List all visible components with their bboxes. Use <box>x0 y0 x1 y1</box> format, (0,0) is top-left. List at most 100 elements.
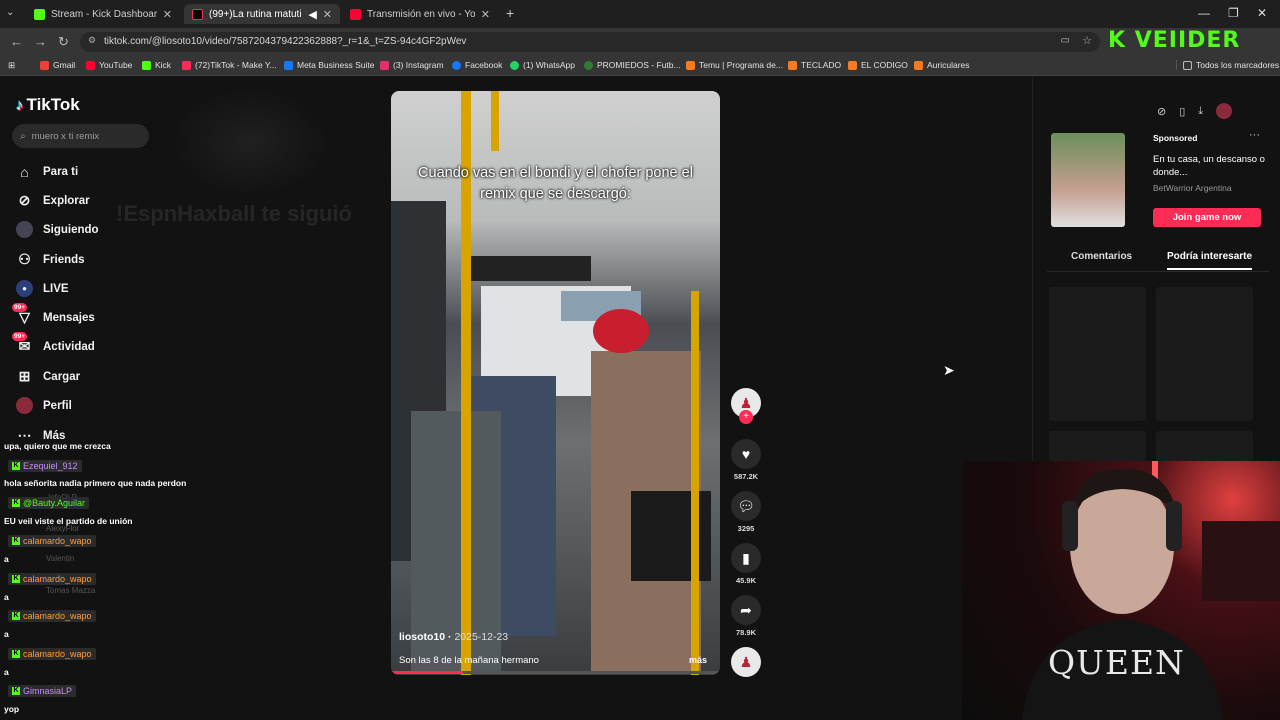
nav-live[interactable]: ● LIVE <box>16 280 69 297</box>
share-button[interactable]: ➦ 78.9K <box>730 595 762 637</box>
kick-icon <box>34 8 45 20</box>
like-count: 587.2K <box>733 472 759 481</box>
follow-plus-icon[interactable]: + <box>739 410 753 424</box>
whatsapp-icon <box>510 60 519 70</box>
download-icon[interactable]: ⤓ <box>1198 105 1203 119</box>
video-progress-track[interactable] <box>391 671 720 674</box>
nav-actividad[interactable]: ✉ 99+ Actividad <box>12 332 95 355</box>
tiktok-logo[interactable]: ♪ TikTok <box>16 95 80 115</box>
join-game-button[interactable]: Join game now <box>1153 208 1261 227</box>
more-options-icon[interactable]: ··· <box>1249 129 1260 141</box>
save-button[interactable]: ▮ 45.9K <box>730 543 762 585</box>
search-input[interactable]: ⌕ muero x ti remix <box>12 124 149 148</box>
like-button[interactable]: ♥ 587.2K <box>730 439 762 481</box>
bookmark-icon: ▮ <box>731 543 761 573</box>
ad-text: En tu casa, un descanso o donde... <box>1153 154 1265 178</box>
messages-badge: 99+ <box>12 303 28 312</box>
new-tab-button[interactable]: + <box>506 5 514 21</box>
nav-cargar[interactable]: ⊞ Cargar <box>16 368 80 385</box>
folder-icon <box>914 60 923 70</box>
avatar[interactable] <box>1216 103 1233 119</box>
minimize-button[interactable]: — <box>1198 6 1210 20</box>
all-bookmarks[interactable]: Todos los marcadores <box>1176 60 1279 70</box>
bookmark-el-codigo[interactable]: EL CODIGO <box>848 60 908 70</box>
tab-bar: ⌄ Stream - Kick Dashboard ✕ (99+)La ruti… <box>0 0 1280 28</box>
mobile-icon[interactable]: ▯ <box>1179 105 1185 119</box>
window-close-button[interactable]: ✕ <box>1257 6 1267 20</box>
chat-message: a <box>4 629 9 639</box>
kick-overlay-logo: K VEIIDER <box>1108 28 1241 53</box>
chat-message: a <box>4 667 9 677</box>
bookmark-meta[interactable]: Meta Business Suite <box>284 60 374 70</box>
reload-button[interactable]: ↻ <box>58 34 69 50</box>
skeleton-card <box>1156 431 1253 461</box>
tab-kick-dashboard[interactable]: Stream - Kick Dashboard ✕ <box>26 4 180 24</box>
ghost-avatar <box>170 87 330 197</box>
youtube-icon <box>350 8 361 20</box>
nav-mensajes[interactable]: ▽ 99+ Mensajes <box>12 303 95 326</box>
skeleton-card <box>1156 287 1253 421</box>
kick-badge-icon: K <box>12 650 20 658</box>
gmail-icon <box>40 60 49 70</box>
nav-perfil[interactable]: Perfil <box>16 397 72 414</box>
share-icon: ➦ <box>731 595 761 625</box>
tab-comentarios[interactable]: Comentarios <box>1071 251 1132 262</box>
close-icon[interactable]: ✕ <box>481 8 490 21</box>
apps-icon[interactable]: ⊞ <box>8 60 15 71</box>
nav-para-ti[interactable]: ⌂ Para ti <box>16 163 78 180</box>
folder-icon <box>788 60 797 70</box>
close-icon[interactable]: ✕ <box>323 8 332 21</box>
bookmark-whatsapp[interactable]: (1) WhatsApp <box>510 60 575 70</box>
tab-search-icon[interactable]: ⌄ <box>6 7 14 18</box>
bookmark-gmail[interactable]: Gmail <box>40 60 75 70</box>
bookmark-instagram[interactable]: (3) Instagram <box>380 60 444 70</box>
close-icon[interactable]: ✕ <box>163 8 172 21</box>
save-count: 45.9K <box>735 576 756 585</box>
bookmark-tiktok[interactable]: (72)TikTok - Make Y... <box>182 60 277 70</box>
ad-thumbnail[interactable] <box>1051 133 1125 227</box>
nav-explorar[interactable]: ⊘ Explorar <box>16 192 90 209</box>
mute-icon[interactable]: ◀ <box>308 8 316 21</box>
kick-badge-icon: K <box>12 499 20 507</box>
bookmark-teclado[interactable]: TECLADO <box>788 60 841 70</box>
bookmark-star-icon[interactable]: ☆ <box>1082 34 1092 47</box>
bookmark-promiedos[interactable]: PROMIEDOS - Futb... <box>584 60 681 70</box>
forward-button[interactable]: → <box>34 34 47 49</box>
cast-icon[interactable]: ▭ <box>1061 35 1070 46</box>
music-disc-button[interactable]: ♟ <box>730 647 762 677</box>
video-author[interactable]: liosoto10 · 2025-12-23 <box>399 631 508 643</box>
instagram-icon <box>380 60 389 70</box>
bookmark-kick[interactable]: Kick <box>142 60 171 70</box>
nav-friends[interactable]: ⚇ Friends <box>16 251 84 268</box>
video-player[interactable]: Cuando vas en el bondi y el chofer pone … <box>391 91 720 675</box>
kick-badge-icon: K <box>12 537 20 545</box>
ghost-user: Tomas Mazza <box>46 586 96 595</box>
maximize-button[interactable]: ❐ <box>1228 6 1239 20</box>
back-button[interactable]: ← <box>10 34 23 49</box>
bookmark-temu[interactable]: Temu | Programa de... <box>686 60 783 70</box>
sponsored-label: Sponsored <box>1153 133 1198 143</box>
author-avatar-button[interactable]: ♟ + <box>730 388 762 424</box>
site-info-icon[interactable]: ⚙ <box>88 35 96 46</box>
chat-message: hola señorita nadia primero que nada per… <box>4 478 187 488</box>
friends-icon: ⚇ <box>18 251 31 267</box>
facebook-icon <box>452 60 461 70</box>
tab-podria-interesarte[interactable]: Podría interesarte <box>1167 251 1253 270</box>
comment-button[interactable]: 💬︎ 3295 <box>730 491 762 533</box>
live-icon: ● <box>16 280 33 297</box>
music-disc-icon: ♟ <box>731 647 761 677</box>
compass-icon[interactable]: ⊘ <box>1157 105 1166 119</box>
bookmark-facebook[interactable]: Facebook <box>452 60 502 70</box>
tab-youtube[interactable]: Transmisión en vivo - YouTube ✕ <box>342 4 498 24</box>
right-panel: ⊘ ▯ ⤓ Sponsored ··· En tu casa, un desca… <box>1032 77 1280 462</box>
chat-message: a <box>4 592 9 602</box>
heart-icon: ♥ <box>731 439 761 469</box>
bookmark-youtube[interactable]: YouTube <box>86 60 132 70</box>
url-input[interactable]: ⚙ tiktok.com/@liosoto10/video/7587204379… <box>80 32 1100 52</box>
tab-tiktok[interactable]: (99+)La rutina matutina a la... ◀ ✕ <box>184 4 340 24</box>
more-link[interactable]: más <box>689 655 707 665</box>
upload-icon: ⊞ <box>18 368 31 384</box>
bookmark-auriculares[interactable]: Auriculares <box>914 60 970 70</box>
nav-siguiendo[interactable]: Siguiendo <box>16 221 99 238</box>
comment-icon: 💬︎ <box>731 491 761 521</box>
